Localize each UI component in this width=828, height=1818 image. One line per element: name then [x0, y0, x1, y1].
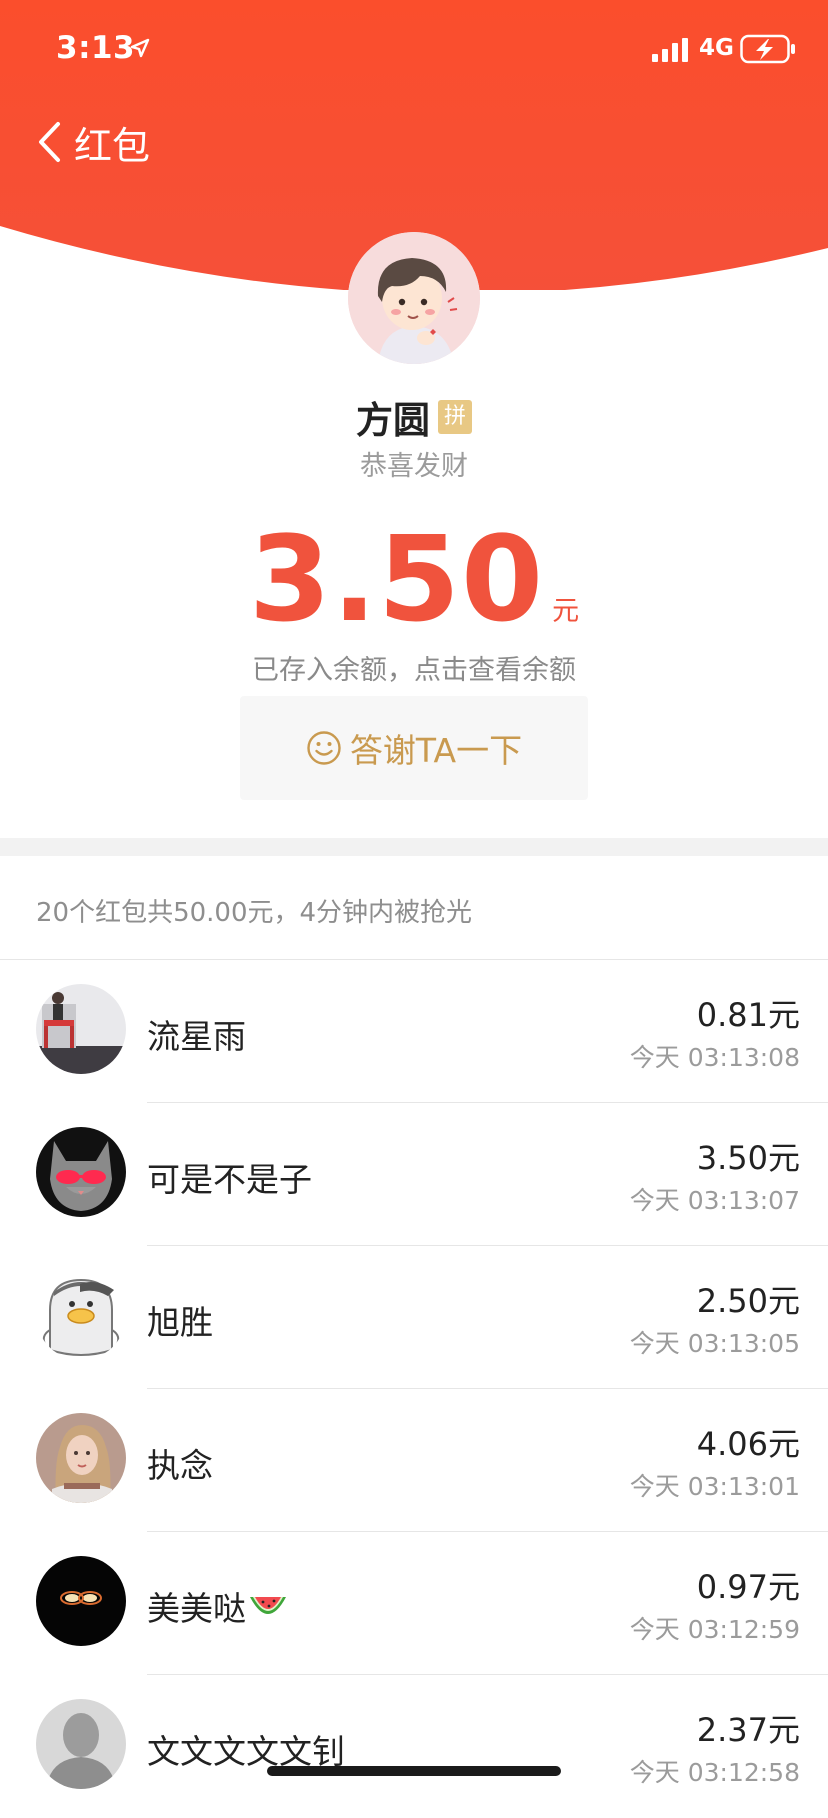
user-avatar[interactable]: [36, 984, 126, 1074]
summary-text: 20个红包共50.00元，4分钟内被抢光: [36, 898, 473, 928]
list-item[interactable]: 旭胜 2.50元 今天 03:13:05: [0, 1246, 828, 1389]
list-item[interactable]: 可是不是子 3.50元 今天 03:13:07: [0, 1103, 828, 1246]
avatar-photo-icon: [36, 1413, 126, 1503]
user-avatar[interactable]: [36, 1127, 126, 1217]
record-amount: 4.06元: [696, 1425, 800, 1463]
nav-title: 红包: [74, 123, 151, 168]
greeting-text: 恭喜发财: [360, 451, 468, 482]
user-avatar[interactable]: [36, 1270, 126, 1360]
user-name: 可是不是子: [147, 1160, 312, 1199]
record-time: 今天 03:12:59: [629, 1615, 800, 1644]
user-avatar[interactable]: [36, 1699, 126, 1789]
user-name: 流星雨: [147, 1017, 246, 1056]
thanks-label: 答谢TA一下: [349, 731, 523, 770]
thanks-button[interactable]: 答谢TA一下: [240, 696, 588, 800]
location-arrow-icon: [130, 38, 150, 58]
list-item[interactable]: 执念 4.06元 今天 03:13:01: [0, 1389, 828, 1532]
list-item[interactable]: 美美哒 0.97元 今天 03:12:59: [0, 1532, 828, 1675]
record-time: 今天 03:13:01: [629, 1472, 800, 1501]
record-amount: 2.37元: [696, 1711, 800, 1749]
smiley-icon: [307, 731, 341, 765]
list-item[interactable]: 文文文文文钊 2.37元 今天 03:12:58: [0, 1675, 828, 1818]
pin-badge: 拼: [438, 400, 472, 434]
home-indicator[interactable]: [267, 1766, 561, 1776]
user-name-text: 美美哒: [147, 1589, 246, 1628]
record-time: 今天 03:13:08: [629, 1043, 800, 1072]
list-item[interactable]: 流星雨 0.81元 今天 03:13:08: [0, 960, 828, 1103]
sender-name: 方圆: [356, 399, 430, 442]
signal-icon: [652, 38, 688, 62]
status-time: 3:13: [56, 30, 136, 66]
user-avatar[interactable]: [36, 1413, 126, 1503]
back-button[interactable]: 红包: [36, 114, 150, 170]
section-divider: [0, 838, 828, 856]
battery-charging-icon: [740, 34, 795, 64]
duck-icon: [36, 1270, 126, 1360]
record-amount: 3.50元: [696, 1139, 800, 1177]
status-bar: 3:13 4G: [0, 0, 828, 100]
user-name: 美美哒: [147, 1582, 288, 1630]
balance-link[interactable]: 已存入余额，点击查看余额: [0, 648, 828, 687]
record-time: 今天 03:12:58: [629, 1758, 800, 1787]
glowing-eyes-icon: [36, 1556, 126, 1646]
record-amount: 2.50元: [696, 1282, 800, 1320]
avatar-photo-icon: [36, 984, 126, 1074]
record-amount: 0.97元: [696, 1568, 800, 1606]
blurred-avatar-icon: [36, 1699, 126, 1789]
sender-avatar[interactable]: [348, 232, 480, 364]
sender-info: 方圆 拼: [0, 390, 828, 444]
user-name: 旭胜: [147, 1303, 213, 1342]
cartoon-boy-avatar-icon: [348, 232, 480, 364]
user-avatar[interactable]: [36, 1556, 126, 1646]
network-type: 4G: [699, 35, 734, 61]
amount-value: 3.50: [248, 510, 545, 648]
watermelon-emoji-icon: [250, 1597, 286, 1614]
record-time: 今天 03:13:05: [629, 1329, 800, 1358]
amount-unit: 元: [552, 596, 580, 627]
record-time: 今天 03:13:07: [629, 1186, 800, 1215]
cat-sunglasses-icon: [36, 1127, 126, 1217]
records-list: 流星雨 0.81元 今天 03:13:08 可是不是子 3.50元 今天 03:…: [0, 960, 828, 1818]
record-amount: 0.81元: [696, 996, 800, 1034]
received-amount: 3.50 元: [0, 520, 828, 638]
chevron-left-icon: [39, 122, 60, 162]
user-name: 执念: [147, 1446, 213, 1485]
